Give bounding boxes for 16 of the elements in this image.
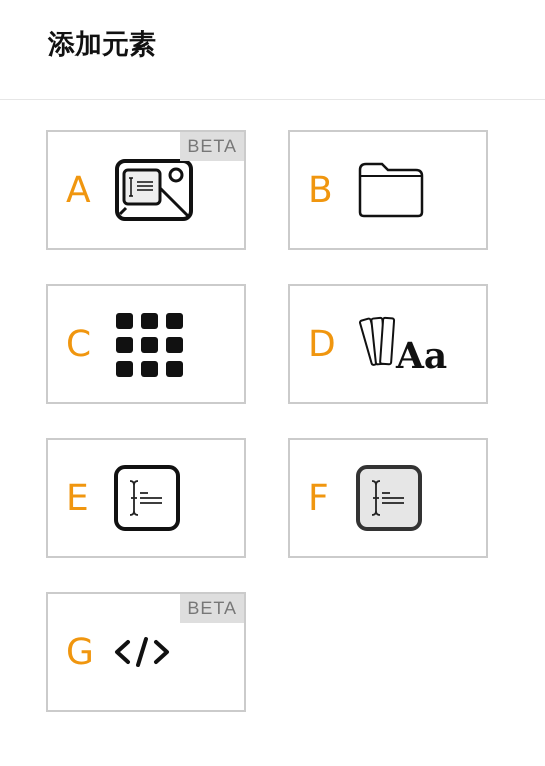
element-card[interactable]: A BETA: [46, 130, 246, 250]
element-card[interactable]: G BETA: [46, 592, 246, 712]
image-text-icon: [114, 158, 194, 222]
page-title: 添加元素: [48, 28, 156, 62]
text-field-icon: [114, 465, 180, 531]
beta-badge: BETA: [180, 594, 244, 623]
element-card[interactable]: D Aa: [288, 284, 488, 404]
text-field-icon: [356, 465, 422, 531]
folder-icon: [356, 160, 426, 220]
element-card[interactable]: F: [288, 438, 488, 558]
grid-icon: [114, 311, 184, 377]
element-card[interactable]: B: [288, 130, 488, 250]
beta-badge: BETA: [180, 132, 244, 161]
code-icon: [114, 637, 170, 667]
element-card[interactable]: E: [46, 438, 246, 558]
element-card[interactable]: C: [46, 284, 246, 404]
